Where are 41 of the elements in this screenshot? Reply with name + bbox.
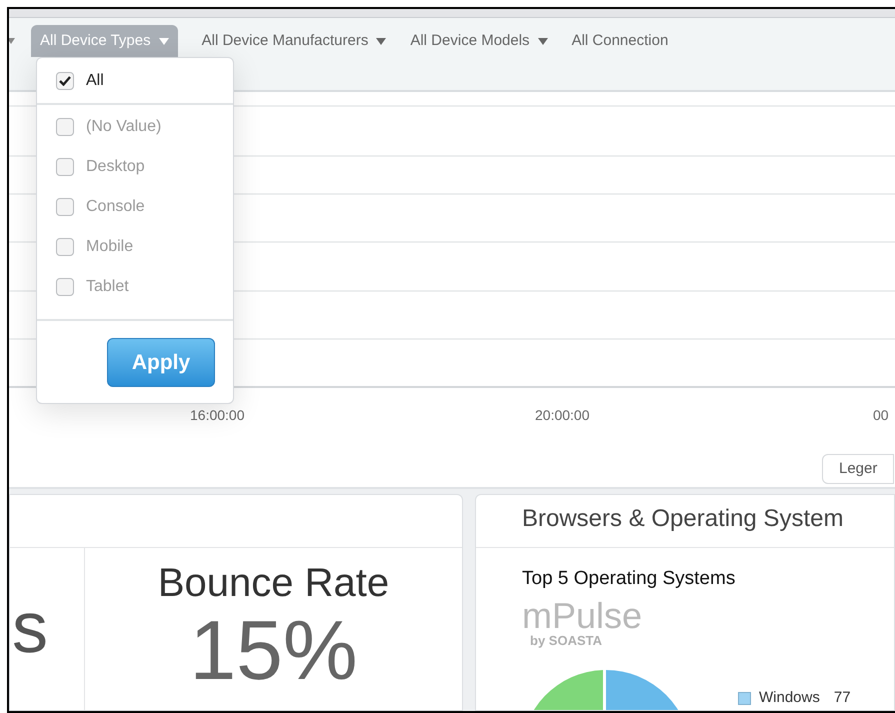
caret-icon <box>376 38 386 44</box>
option-label: All <box>86 71 104 91</box>
checkbox[interactable] <box>56 72 74 90</box>
option-label: (No Value) <box>86 117 162 137</box>
option-label: Mobile <box>86 237 134 257</box>
checkbox-option[interactable]: Mobile <box>37 227 233 267</box>
logo-byline: by SOASTA <box>529 634 603 646</box>
filter-dropdown[interactable]: All Device Manufacturers <box>202 25 386 57</box>
option-label: Desktop <box>86 157 145 177</box>
filter-dropdown[interactable]: All Device Types <box>31 25 178 57</box>
checkbox[interactable] <box>56 238 74 256</box>
checkbox-option[interactable]: (No Value) <box>37 107 233 147</box>
checkbox-option[interactable]: Desktop <box>37 147 233 187</box>
legend-label: Windows <box>759 688 820 708</box>
chart-title: Top 5 Operating Systems <box>522 567 736 591</box>
apply-button[interactable]: Apply <box>107 338 215 387</box>
option-label: Console <box>86 197 145 217</box>
checkbox[interactable] <box>56 118 74 136</box>
caret-icon <box>158 38 169 44</box>
checkbox-option[interactable]: All <box>37 61 233 101</box>
legend-button[interactable]: Leger <box>822 454 894 484</box>
caret-icon <box>9 38 15 44</box>
option-label: Tablet <box>86 277 129 297</box>
checkbox[interactable] <box>56 158 74 176</box>
filter-dropdown[interactable]: All Connection <box>572 25 668 57</box>
legend-value: 77 <box>834 688 851 708</box>
metric-label: Bounce Rate <box>158 560 390 607</box>
panel-title: Browsers & Operating System <box>522 504 844 534</box>
checkbox[interactable] <box>56 198 74 216</box>
axis-label: 16:00:00 <box>190 406 244 425</box>
axis-label: 20:00:00 <box>535 406 590 425</box>
caret-icon <box>538 38 548 44</box>
metric-value: 15% <box>189 608 358 692</box>
logo-text: mPulse <box>522 598 644 634</box>
checkmark-icon <box>59 76 71 86</box>
metric-value: s <box>12 592 48 664</box>
checkbox-option[interactable]: Tablet <box>37 267 233 307</box>
axis-label: 00 <box>873 406 889 425</box>
checkbox[interactable] <box>56 278 74 296</box>
checkbox-option[interactable]: Console <box>37 187 233 227</box>
filter-dropdown[interactable]: All Device Models <box>410 25 548 57</box>
